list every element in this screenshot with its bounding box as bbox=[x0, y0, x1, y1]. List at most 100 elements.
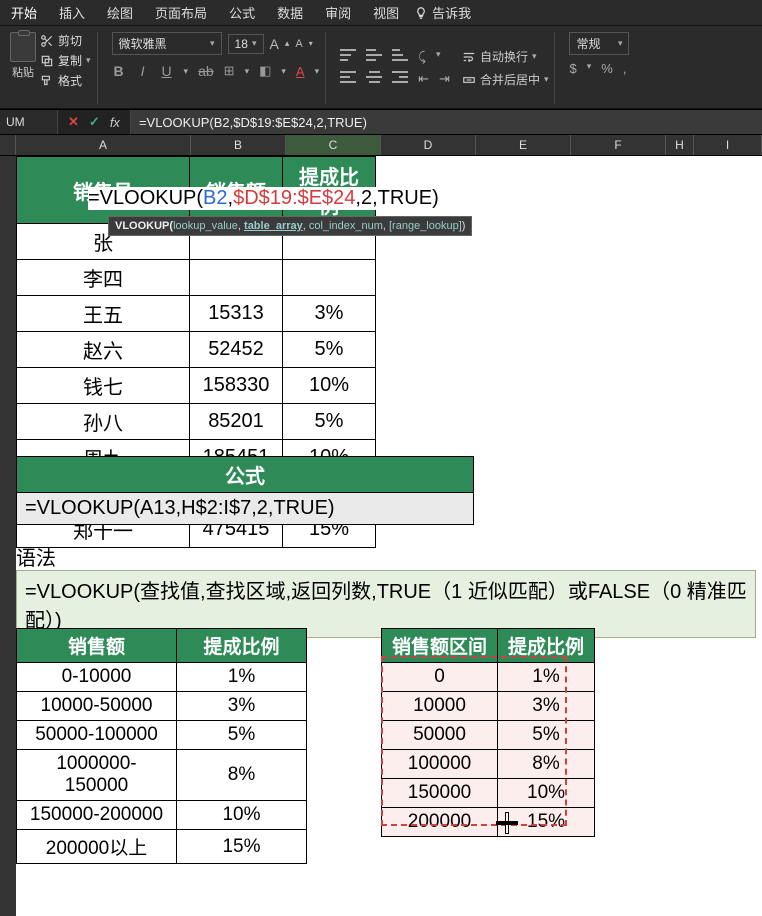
cell[interactable]: 3% bbox=[177, 692, 307, 721]
cell[interactable]: 15313 bbox=[190, 296, 283, 332]
cell[interactable]: 100000 bbox=[382, 750, 498, 779]
italic-button[interactable]: I bbox=[136, 63, 150, 79]
align-left-button[interactable] bbox=[340, 71, 356, 83]
tell-me[interactable]: 告诉我 bbox=[414, 3, 471, 22]
cut-button[interactable]: 剪切 bbox=[40, 32, 91, 49]
paste-button[interactable]: 粘贴 bbox=[10, 32, 36, 80]
worksheet[interactable]: A B C D E F H I 销售员 销售额 提成比例 张 李四 王五1531… bbox=[0, 135, 762, 916]
cell[interactable]: 1% bbox=[177, 663, 307, 692]
border-button[interactable]: ⊞ bbox=[224, 63, 235, 79]
cell[interactable]: 8% bbox=[498, 750, 595, 779]
align-bottom-button[interactable] bbox=[392, 49, 408, 61]
cell[interactable]: 0 bbox=[382, 663, 498, 692]
column-header[interactable]: D bbox=[381, 135, 476, 155]
column-header[interactable]: B bbox=[191, 135, 286, 155]
chevron-down-icon[interactable]: ▾ bbox=[184, 66, 189, 77]
cell[interactable]: 5% bbox=[498, 721, 595, 750]
name-box[interactable]: UM bbox=[0, 110, 58, 134]
cell-editor[interactable]: =VLOOKUP(B2,$D$19:$E$24,2,TRUE) bbox=[88, 187, 439, 210]
currency-button[interactable]: $ bbox=[569, 61, 576, 76]
cell[interactable]: 150000-200000 bbox=[17, 801, 177, 830]
font-name-select[interactable]: 微软雅黑▾ bbox=[112, 32, 222, 55]
align-right-button[interactable] bbox=[392, 71, 408, 83]
cell[interactable]: 10000-50000 bbox=[17, 692, 177, 721]
font-color-button[interactable]: A bbox=[296, 64, 305, 79]
underline-button[interactable]: U bbox=[160, 63, 174, 79]
column-header[interactable]: F bbox=[571, 135, 666, 155]
cell[interactable]: 15% bbox=[177, 830, 307, 864]
align-center-button[interactable] bbox=[366, 71, 382, 83]
cell[interactable]: 8% bbox=[177, 750, 307, 801]
copy-button[interactable]: 复制 ▾ bbox=[40, 52, 91, 69]
fill-color-button[interactable]: ◧ bbox=[259, 63, 271, 79]
cell[interactable]: 50000-100000 bbox=[17, 721, 177, 750]
cell[interactable]: 85201 bbox=[190, 404, 283, 440]
cell[interactable]: 1% bbox=[498, 663, 595, 692]
format-painter-button[interactable]: 格式 bbox=[40, 72, 91, 89]
cell[interactable]: 孙八 bbox=[17, 404, 190, 440]
confirm-edit-button[interactable]: ✓ bbox=[89, 114, 100, 130]
tab-insert[interactable]: 插入 bbox=[48, 0, 96, 26]
cell[interactable]: 3% bbox=[498, 692, 595, 721]
format-label: 格式 bbox=[58, 72, 82, 89]
cells-area[interactable]: 销售员 销售额 提成比例 张 李四 王五153133% 赵六524525% 钱七… bbox=[0, 156, 762, 916]
decrease-indent-button[interactable]: ⇤ bbox=[418, 71, 429, 87]
cell[interactable]: 200000 bbox=[382, 808, 498, 837]
tab-data[interactable]: 数据 bbox=[266, 0, 314, 26]
tab-view[interactable]: 视图 bbox=[362, 0, 410, 26]
cell[interactable]: 10000 bbox=[382, 692, 498, 721]
font-size-select[interactable]: 18▾ bbox=[228, 34, 264, 54]
column-header[interactable]: H bbox=[666, 135, 694, 155]
align-top-button[interactable] bbox=[340, 49, 356, 61]
cancel-edit-button[interactable]: ✕ bbox=[68, 114, 79, 130]
cell[interactable]: 52452 bbox=[190, 332, 283, 368]
cell[interactable]: 5% bbox=[283, 404, 376, 440]
column-header[interactable]: C bbox=[286, 135, 381, 155]
cell[interactable]: 10% bbox=[177, 801, 307, 830]
cell[interactable]: 李四 bbox=[17, 260, 190, 296]
strike-button[interactable]: ab bbox=[198, 63, 214, 79]
cell[interactable]: 1000000-150000 bbox=[17, 750, 177, 801]
cell[interactable]: 15% bbox=[498, 808, 595, 837]
cell[interactable]: 5% bbox=[177, 721, 307, 750]
table-header: 提成比例 bbox=[498, 629, 595, 663]
wrap-text-button[interactable]: 自动换行▾ bbox=[462, 48, 549, 65]
cell[interactable]: 200000以上 bbox=[17, 830, 177, 864]
column-header[interactable]: I bbox=[694, 135, 762, 155]
decrease-font-icon[interactable]: A bbox=[295, 38, 302, 50]
fx-icon[interactable]: fx bbox=[110, 115, 120, 130]
tab-pagelayout[interactable]: 页面布局 bbox=[144, 0, 218, 26]
cell[interactable]: 150000 bbox=[382, 779, 498, 808]
increase-font-icon[interactable]: A bbox=[270, 36, 279, 52]
cell[interactable] bbox=[190, 260, 283, 296]
cell[interactable]: 10% bbox=[283, 368, 376, 404]
tab-review[interactable]: 审阅 bbox=[314, 0, 362, 26]
formula-box-body[interactable]: =VLOOKUP(A13,H$2:I$7,2,TRUE) bbox=[16, 493, 474, 525]
cell[interactable]: 158330 bbox=[190, 368, 283, 404]
alignment-group: ⤹▾ ⇤ ⇥ 自动换行▾ 合并后居中▾ bbox=[334, 32, 555, 104]
cell[interactable] bbox=[283, 260, 376, 296]
increase-indent-button[interactable]: ⇥ bbox=[439, 71, 450, 87]
tab-draw[interactable]: 绘图 bbox=[96, 0, 144, 26]
cell[interactable]: 赵六 bbox=[17, 332, 190, 368]
align-middle-button[interactable] bbox=[366, 49, 382, 61]
percent-button[interactable]: % bbox=[601, 61, 613, 76]
bold-button[interactable]: B bbox=[112, 63, 126, 79]
cell[interactable]: 王五 bbox=[17, 296, 190, 332]
number-format-select[interactable]: 常规▾ bbox=[569, 32, 629, 55]
merge-center-button[interactable]: 合并后居中▾ bbox=[462, 71, 549, 88]
column-header[interactable]: A bbox=[16, 135, 191, 155]
column-header[interactable]: E bbox=[476, 135, 571, 155]
cell[interactable]: 50000 bbox=[382, 721, 498, 750]
cell[interactable]: 5% bbox=[283, 332, 376, 368]
cell[interactable]: 10% bbox=[498, 779, 595, 808]
formula-input[interactable]: =VLOOKUP(B2,$D$19:$E$24,2,TRUE) bbox=[131, 110, 762, 134]
orientation-button[interactable]: ⤹ bbox=[418, 49, 426, 65]
tab-formulas[interactable]: 公式 bbox=[218, 0, 266, 26]
cell[interactable]: 钱七 bbox=[17, 368, 190, 404]
cell[interactable]: 0-10000 bbox=[17, 663, 177, 692]
tab-home[interactable]: 开始 bbox=[0, 0, 48, 26]
comma-button[interactable]: , bbox=[623, 61, 627, 76]
cell[interactable]: 3% bbox=[283, 296, 376, 332]
select-all-corner[interactable] bbox=[0, 135, 16, 155]
